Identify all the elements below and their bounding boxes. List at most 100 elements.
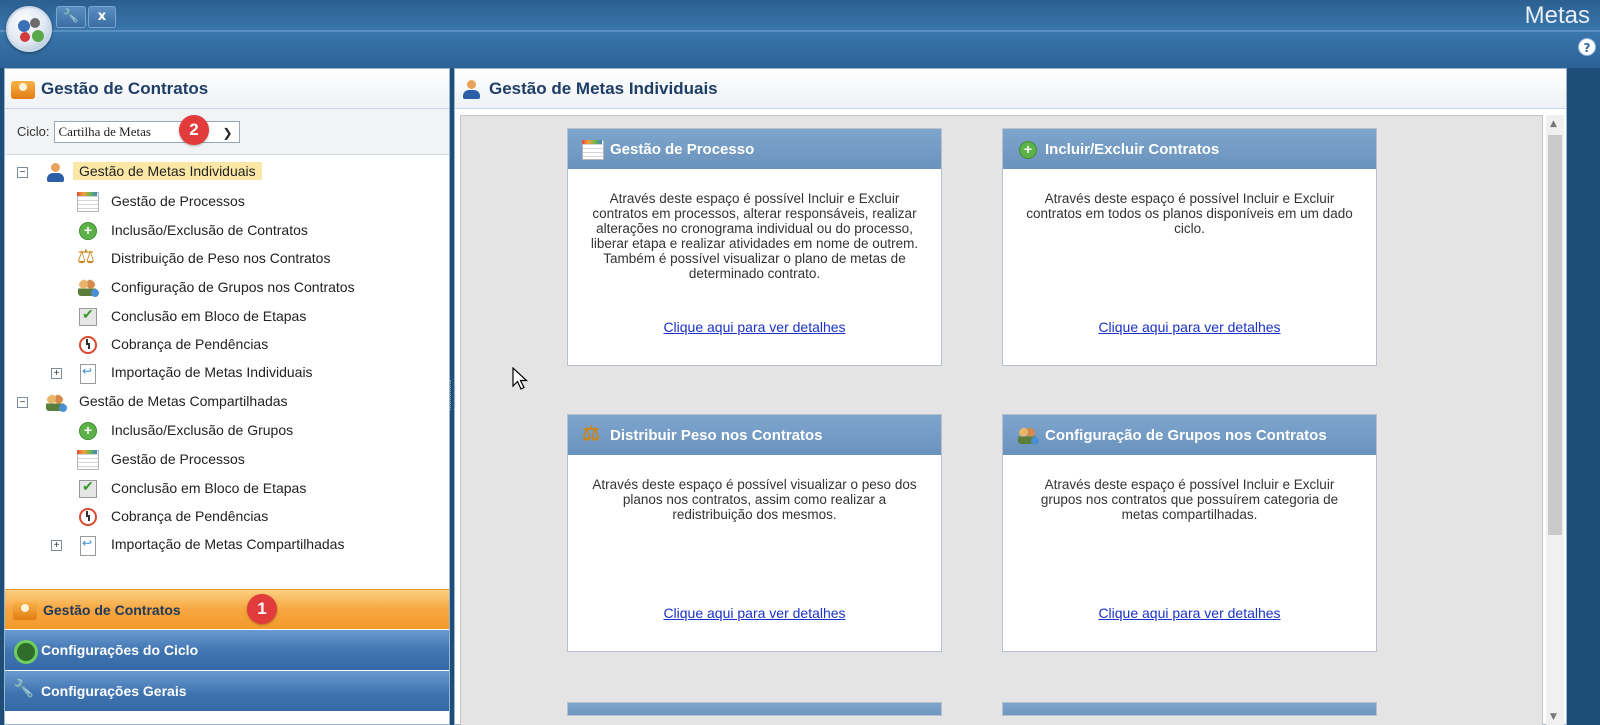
- card-header: [568, 703, 941, 715]
- accordion-configuracoes-gerais[interactable]: Configurações Gerais: [5, 671, 449, 711]
- users-icon: [77, 277, 99, 297]
- accordion-configuracoes-ciclo[interactable]: Configurações do Ciclo: [5, 630, 449, 670]
- title-bar-divider: [0, 30, 1600, 32]
- help-icon[interactable]: ?: [1578, 38, 1596, 56]
- expand-toggle-icon[interactable]: +: [51, 368, 62, 379]
- card-description: Através deste espaço é possível Incluir …: [1040, 477, 1339, 522]
- import-icon: [77, 535, 97, 556]
- clock-icon: [77, 506, 97, 526]
- cycle-label: Ciclo:: [17, 124, 50, 139]
- scrollbar-thumb[interactable]: [1548, 135, 1562, 535]
- tree-node-inclusao-contratos[interactable]: Inclusão/Exclusão de Contratos: [77, 217, 308, 243]
- card-incluir-excluir-contratos: Incluir/Excluir Contratos Através deste …: [1002, 128, 1377, 366]
- tree-node-label: Conclusão em Bloco de Etapas: [111, 480, 307, 496]
- user-icon: [461, 79, 481, 99]
- tree-node-label: Importação de Metas Compartilhadas: [111, 536, 345, 552]
- tree-node-label: Configuração de Grupos nos Contratos: [111, 279, 355, 295]
- main-panel-header: Gestão de Metas Individuais: [455, 69, 1566, 109]
- collapse-toggle-icon[interactable]: −: [17, 167, 28, 178]
- card-configuracao-grupos: Configuração de Grupos nos Contratos Atr…: [1002, 414, 1377, 652]
- tree-node-label: Gestão de Processos: [111, 451, 245, 467]
- tree-node-conclusao-bloco-2[interactable]: Conclusão em Bloco de Etapas: [77, 475, 306, 501]
- tree-node-config-grupos[interactable]: Configuração de Grupos nos Contratos: [77, 274, 355, 300]
- process-icon: [77, 191, 99, 212]
- card-partially-visible: [1002, 702, 1377, 716]
- left-navigation-panel: Gestão de Contratos Ciclo: Cartilha de M…: [4, 68, 450, 725]
- title-bar: 🔧 x Metas ?: [0, 0, 1600, 68]
- card-description: Através deste espaço é possível Incluir …: [1026, 191, 1353, 236]
- callout-badge-2: 2: [179, 115, 209, 145]
- card-header: Configuração de Grupos nos Contratos: [1003, 415, 1376, 455]
- import-icon: [77, 363, 97, 384]
- scale-icon: [77, 246, 97, 268]
- tree-node-cobranca-pendencias-2[interactable]: Cobrança de Pendências: [77, 503, 268, 529]
- tree-node-distribuicao-peso[interactable]: Distribuição de Peso nos Contratos: [77, 245, 330, 271]
- collapse-toggle-icon[interactable]: −: [17, 397, 28, 408]
- tree-node-label: Conclusão em Bloco de Etapas: [111, 308, 307, 324]
- tree-node-conclusao-bloco[interactable]: Conclusão em Bloco de Etapas: [77, 303, 306, 329]
- quick-close-button[interactable]: x: [88, 6, 116, 28]
- card-description: Através deste espaço é possível Incluir …: [590, 191, 919, 281]
- card-gestao-processo: Gestão de Processo Através deste espaço …: [567, 128, 942, 366]
- add-icon: [1017, 139, 1037, 159]
- cycle-select-value: Cartilha de Metas: [58, 123, 151, 139]
- tree-node-inclusao-grupos[interactable]: Inclusão/Exclusão de Grupos: [77, 417, 293, 443]
- tree-node-gestao-processos-2[interactable]: Gestão de Processos: [77, 446, 245, 472]
- main-panel-title: Gestão de Metas Individuais: [489, 78, 718, 98]
- tree-node-label: Gestão de Processos: [111, 193, 245, 209]
- scroll-down-icon[interactable]: ▼: [1550, 712, 1557, 722]
- left-panel-header: Gestão de Contratos: [5, 69, 449, 109]
- quick-tools-wrench-icon[interactable]: 🔧: [56, 6, 86, 28]
- tree-node-label: Distribuição de Peso nos Contratos: [111, 250, 331, 266]
- tree-node-label: Cobrança de Pendências: [111, 508, 269, 524]
- tree-node-label: Gestão de Metas Individuais: [73, 162, 262, 180]
- main-content-panel: Gestão de Metas Individuais Gestão de Pr…: [454, 68, 1567, 725]
- card-header: Incluir/Excluir Contratos: [1003, 129, 1376, 169]
- user-icon: [45, 162, 65, 182]
- tree-node-label: Gestão de Metas Compartilhadas: [79, 393, 288, 409]
- chevron-down-icon[interactable]: ❯: [222, 123, 232, 143]
- card-description: Através deste espaço é possível visualiz…: [592, 477, 917, 522]
- users-icon: [1017, 425, 1039, 445]
- tree-node-label: Cobrança de Pendências: [111, 336, 269, 352]
- tree-node-label: Inclusão/Exclusão de Contratos: [111, 222, 308, 238]
- tree-node-label: Inclusão/Exclusão de Grupos: [111, 422, 294, 438]
- cycle-selector-row: Ciclo: Cartilha de Metas ❯: [5, 109, 449, 155]
- app-title: Metas: [1524, 2, 1590, 29]
- scroll-up-icon[interactable]: ▲: [1550, 119, 1557, 129]
- card-details-link[interactable]: Clique aqui para ver detalhes: [1003, 605, 1376, 621]
- check-icon: [77, 306, 97, 326]
- check-icon: [77, 478, 97, 498]
- process-icon: [77, 449, 99, 470]
- card-partially-visible: [567, 702, 942, 716]
- add-icon: [77, 220, 97, 240]
- card-details-link[interactable]: Clique aqui para ver detalhes: [568, 605, 941, 621]
- accordion-label: Configurações do Ciclo: [41, 642, 199, 658]
- navigation-tree: − Gestão de Metas Individuais Gestão de …: [5, 155, 449, 589]
- tree-node-cobranca-pendencias[interactable]: Cobrança de Pendências: [77, 331, 268, 357]
- users-icon: [45, 392, 67, 412]
- tree-node-label: Importação de Metas Individuais: [111, 364, 313, 380]
- expand-toggle-icon[interactable]: +: [51, 540, 62, 551]
- process-icon: [582, 139, 604, 160]
- card-title: Distribuir Peso nos Contratos: [610, 426, 823, 444]
- cycle-settings-icon: [13, 640, 38, 664]
- cards-area: Gestão de Processo Através deste espaço …: [460, 115, 1543, 725]
- card-title: Configuração de Grupos nos Contratos: [1045, 426, 1327, 444]
- tree-node-gestao-processos[interactable]: Gestão de Processos: [77, 188, 245, 214]
- contracts-icon: [11, 79, 35, 99]
- app-menu-orb-icon[interactable]: [6, 6, 52, 52]
- contracts-icon: [13, 600, 37, 620]
- vertical-scrollbar[interactable]: ▲ ▼: [1546, 115, 1564, 725]
- card-title: Gestão de Processo: [610, 140, 755, 158]
- callout-badge-1: 1: [247, 594, 277, 624]
- scale-icon: [582, 423, 602, 445]
- card-details-link[interactable]: Clique aqui para ver detalhes: [568, 319, 941, 335]
- accordion-gestao-contratos[interactable]: Gestão de Contratos: [5, 589, 449, 629]
- accordion-label: Configurações Gerais: [41, 683, 187, 699]
- card-header: Gestão de Processo: [568, 129, 941, 169]
- card-header: Distribuir Peso nos Contratos: [568, 415, 941, 455]
- card-details-link[interactable]: Clique aqui para ver detalhes: [1003, 319, 1376, 335]
- cycle-select[interactable]: Cartilha de Metas ❯: [53, 120, 240, 143]
- card-title: Incluir/Excluir Contratos: [1045, 140, 1220, 158]
